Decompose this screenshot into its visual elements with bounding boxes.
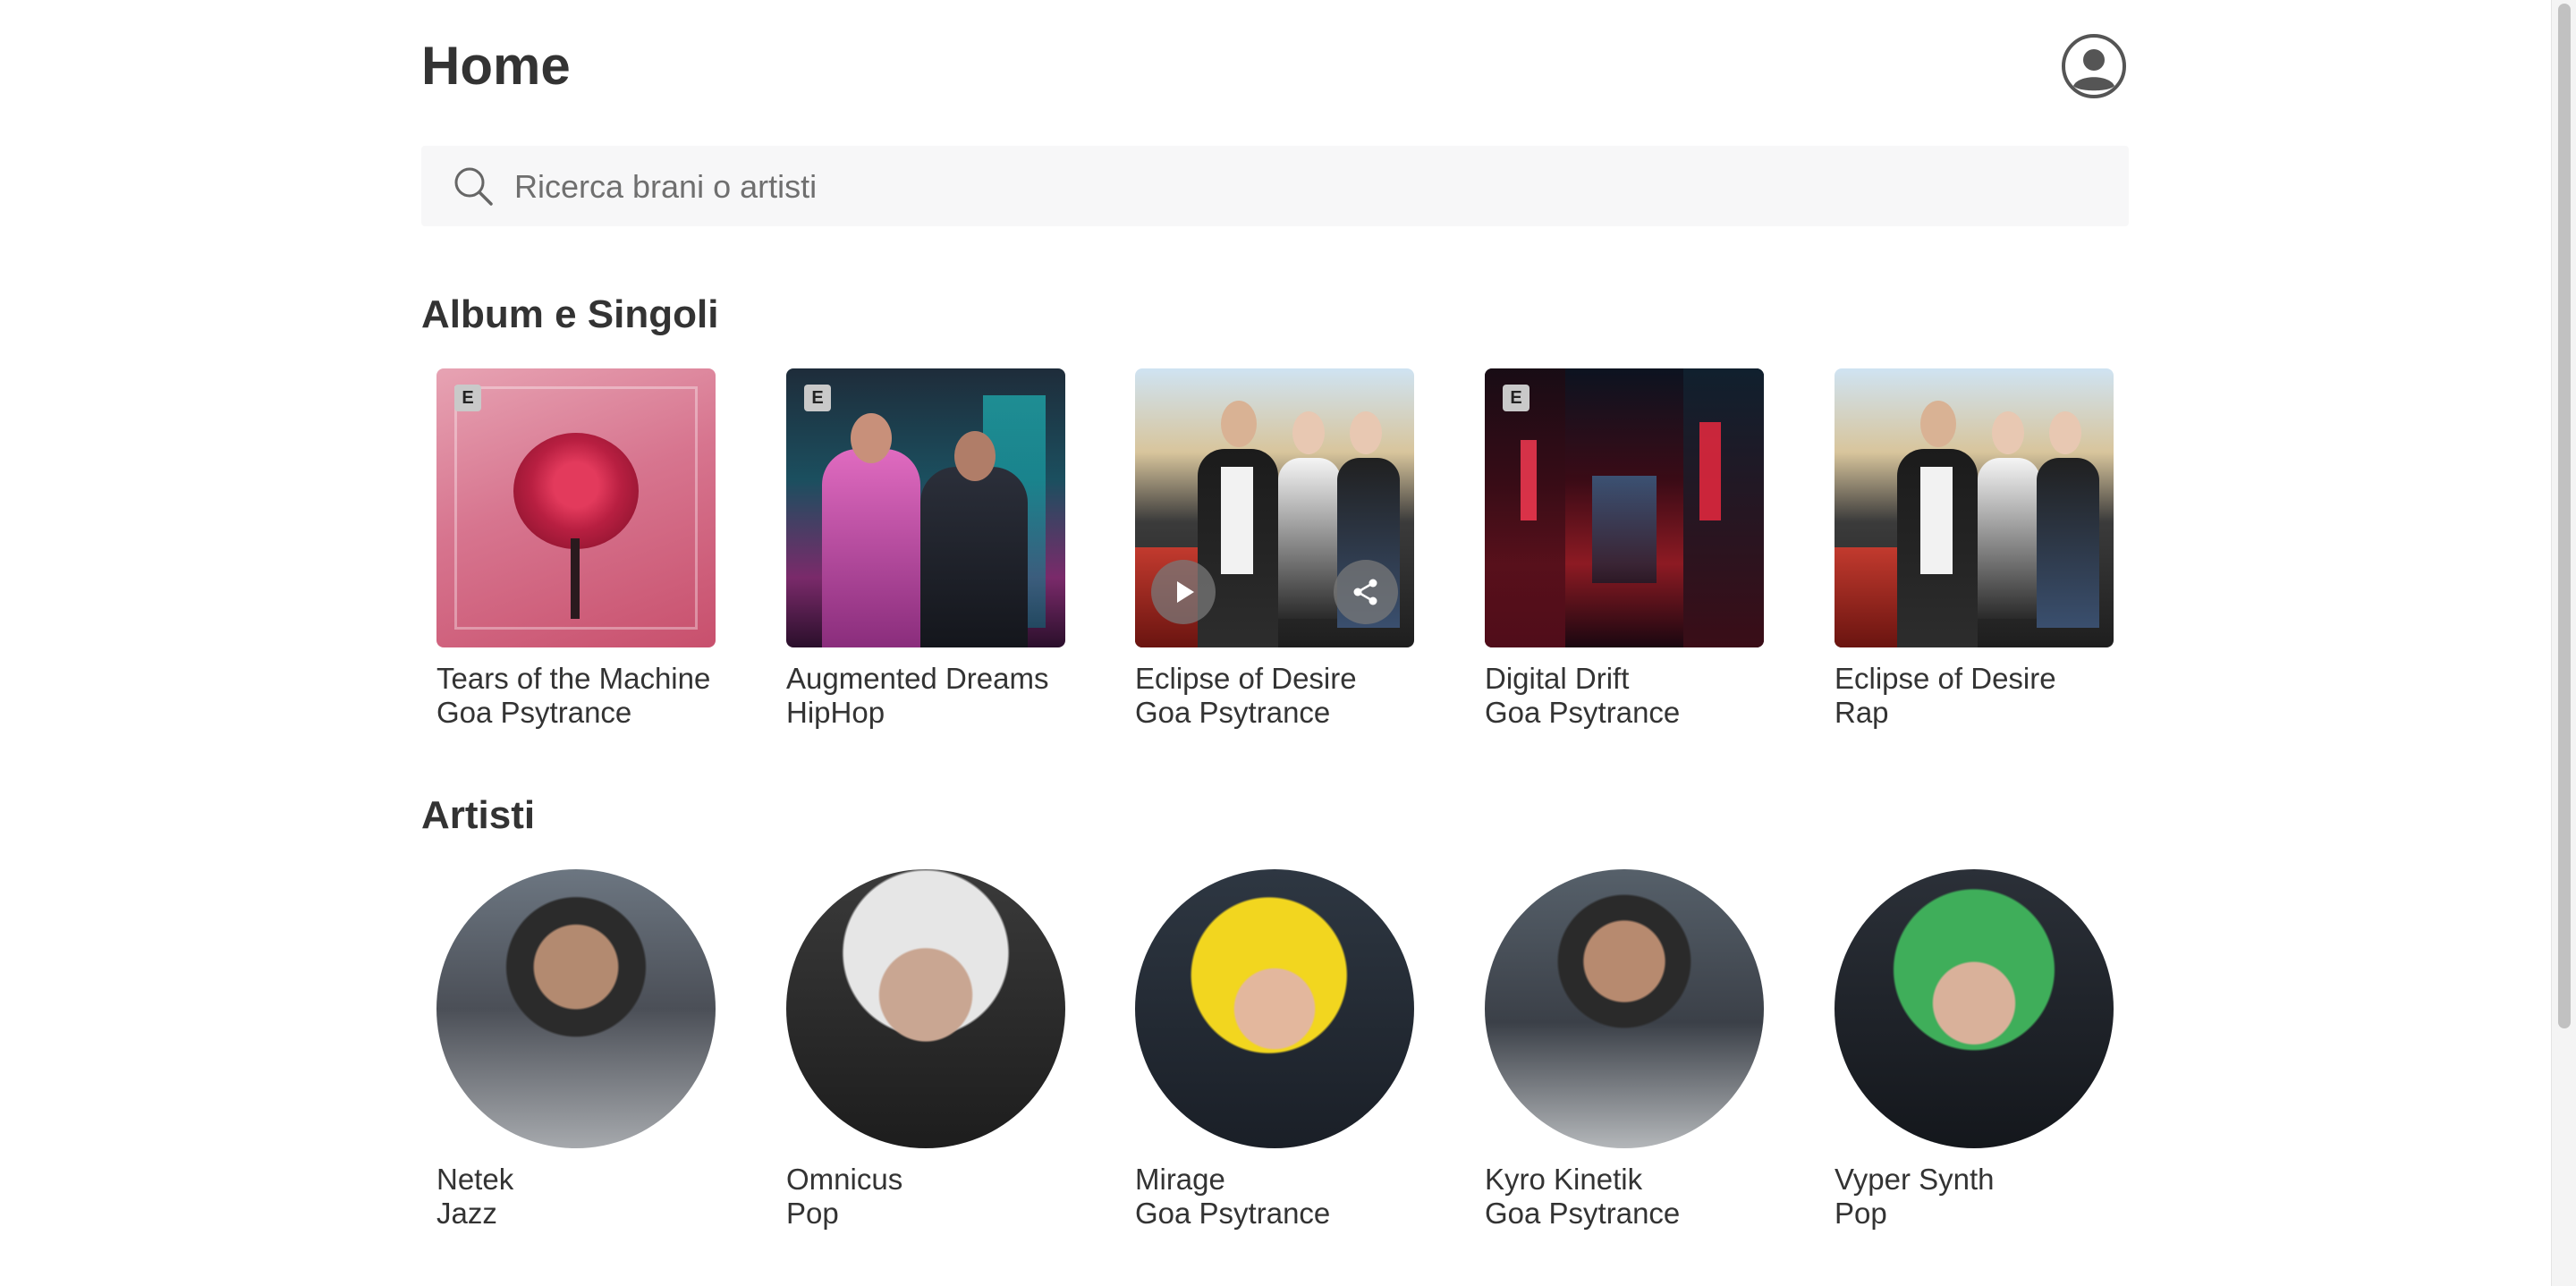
artist-avatar — [786, 869, 1065, 1148]
album-genre: Goa Psytrance — [1135, 696, 1331, 729]
share-button[interactable] — [1334, 560, 1398, 624]
album-card[interactable]: Eclipse of Desire Rap — [1835, 368, 2114, 730]
page-title: Home — [421, 36, 571, 96]
artist-avatar — [1835, 869, 2114, 1148]
explicit-badge: E — [1503, 385, 1530, 411]
artist-card[interactable]: Omnicus Pop — [786, 869, 1065, 1231]
album-card[interactable]: E Digital Drift Goa Psytrance — [1485, 368, 1764, 730]
artist-card[interactable]: Netek Jazz — [436, 869, 716, 1231]
album-title: Digital Drift — [1485, 662, 1630, 695]
vertical-scrollbar[interactable] — [2551, 0, 2576, 1286]
album-genre: Goa Psytrance — [436, 696, 632, 729]
artist-genre: Pop — [786, 1197, 839, 1230]
album-cover — [1135, 368, 1414, 647]
album-cover: E — [1485, 368, 1764, 647]
album-title: Eclipse of Desire — [1835, 662, 2056, 695]
artist-genre: Goa Psytrance — [1135, 1197, 1331, 1230]
album-cover: E — [436, 368, 716, 647]
artist-name: Kyro Kinetik — [1485, 1163, 1643, 1196]
home-page: Home Album e Singoli E Tears of the Mach… — [0, 0, 2576, 1286]
share-icon — [1353, 579, 1377, 605]
user-avatar-icon — [2062, 34, 2126, 98]
artist-card[interactable]: Mirage Goa Psytrance — [1135, 869, 1414, 1231]
artist-genre: Pop — [1835, 1197, 1887, 1230]
artist-genre: Goa Psytrance — [1485, 1197, 1681, 1230]
search-input[interactable] — [513, 158, 2108, 216]
albums-section-title: Album e Singoli — [421, 292, 719, 336]
explicit-badge: E — [454, 385, 481, 411]
album-title: Tears of the Machine — [436, 662, 711, 695]
artist-avatar — [1485, 869, 1764, 1148]
artist-name: Omnicus — [786, 1163, 903, 1196]
scrollbar-thumb[interactable] — [2558, 4, 2571, 1028]
artist-name: Vyper Synth — [1835, 1163, 1995, 1196]
album-card[interactable]: Eclipse of Desire Goa Psytrance — [1135, 368, 1414, 730]
search-bar — [421, 146, 2129, 226]
album-title: Augmented Dreams — [786, 662, 1049, 695]
play-icon — [1177, 581, 1194, 603]
artist-genre: Jazz — [436, 1197, 497, 1230]
album-title: Eclipse of Desire — [1135, 662, 1357, 695]
artist-avatar — [1135, 869, 1414, 1148]
album-card[interactable]: E Tears of the Machine Goa Psytrance — [436, 368, 716, 730]
album-genre: Goa Psytrance — [1485, 696, 1681, 729]
album-genre: HipHop — [786, 696, 886, 729]
play-button[interactable] — [1151, 560, 1216, 624]
artists-section-title: Artisti — [421, 793, 536, 837]
album-cover: E — [786, 368, 1065, 647]
artist-name: Netek — [436, 1163, 514, 1196]
artist-card[interactable]: Vyper Synth Pop — [1835, 869, 2114, 1231]
artist-avatar — [436, 869, 716, 1148]
explicit-badge: E — [804, 385, 831, 411]
album-cover — [1835, 368, 2114, 647]
album-genre: Rap — [1835, 696, 1889, 729]
artist-name: Mirage — [1135, 1163, 1225, 1196]
search-icon — [454, 167, 493, 206]
album-card[interactable]: E Augmented Dreams HipHop — [786, 368, 1065, 730]
artist-card[interactable]: Kyro Kinetik Goa Psytrance — [1485, 869, 1764, 1231]
profile-button[interactable] — [2061, 33, 2127, 99]
